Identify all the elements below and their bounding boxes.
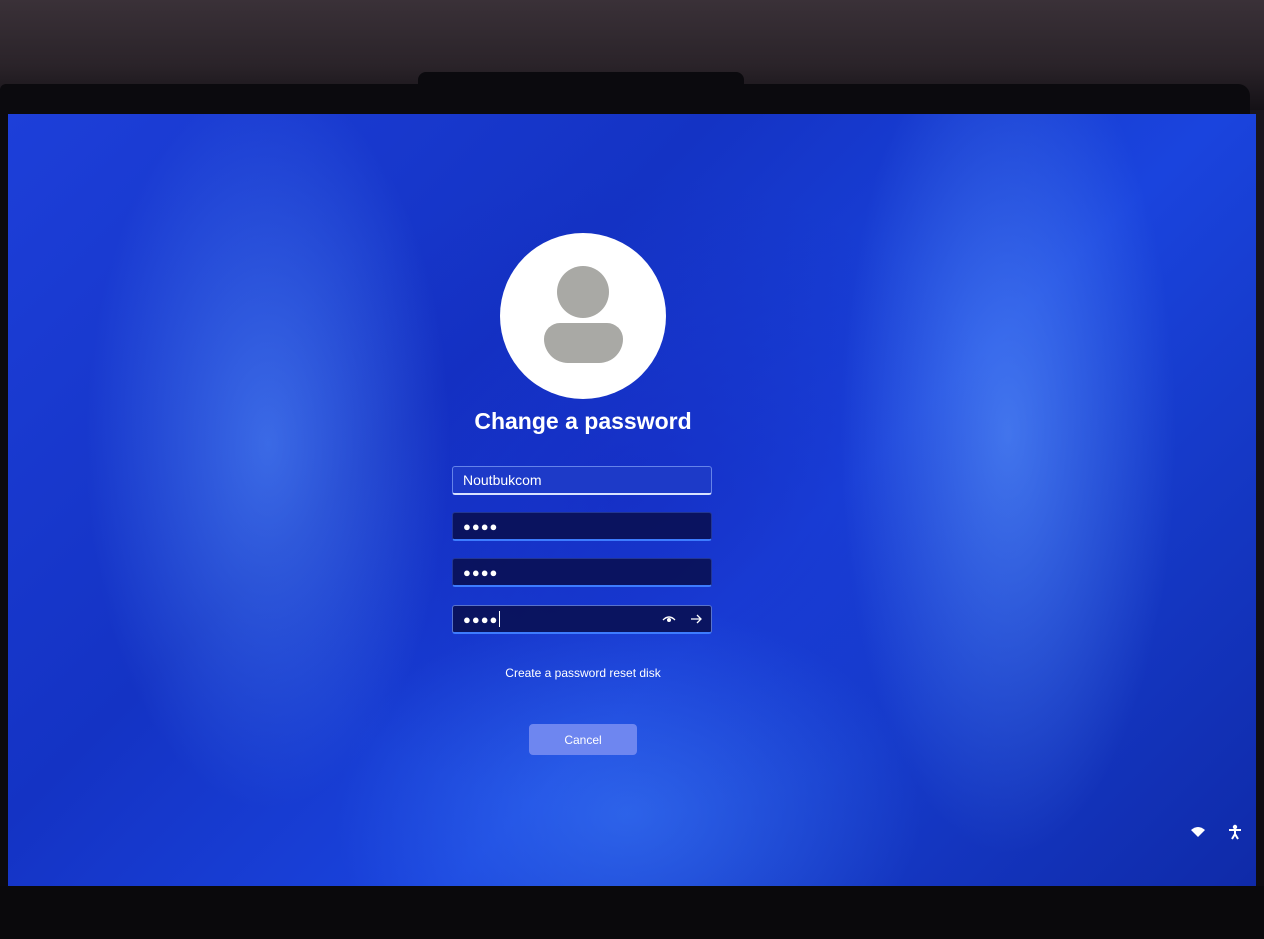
wifi-icon[interactable] <box>1190 826 1206 838</box>
confirm-password-field[interactable]: ●●●● <box>452 605 712 634</box>
reset-disk-link[interactable]: Create a password reset disk <box>448 666 718 680</box>
lock-screen: Change a password Noutbukcom ●●●● ●●●● ●… <box>8 114 1256 886</box>
field-icons <box>662 606 703 632</box>
text-caret <box>499 611 501 627</box>
confirm-password-mask: ●●●● <box>463 611 499 627</box>
arrow-right-icon[interactable] <box>690 613 703 625</box>
old-password-field[interactable]: ●●●● <box>452 512 712 541</box>
new-password-field[interactable]: ●●●● <box>452 558 712 587</box>
photo-frame: Change a password Noutbukcom ●●●● ●●●● ●… <box>0 0 1264 939</box>
avatar-body <box>544 323 623 363</box>
system-tray <box>1190 824 1242 840</box>
avatar-head <box>557 266 609 318</box>
cancel-button[interactable]: Cancel <box>529 724 637 755</box>
new-password-mask: ●●●● <box>463 564 499 580</box>
page-title: Change a password <box>474 408 692 434</box>
username-value: Noutbukcom <box>463 472 542 488</box>
eye-icon[interactable] <box>662 614 676 624</box>
username-field[interactable]: Noutbukcom <box>452 466 712 495</box>
user-avatar-icon <box>500 233 666 399</box>
accessibility-icon[interactable] <box>1228 824 1242 840</box>
laptop-bottom-bezel <box>0 886 1264 939</box>
old-password-mask: ●●●● <box>463 518 499 534</box>
